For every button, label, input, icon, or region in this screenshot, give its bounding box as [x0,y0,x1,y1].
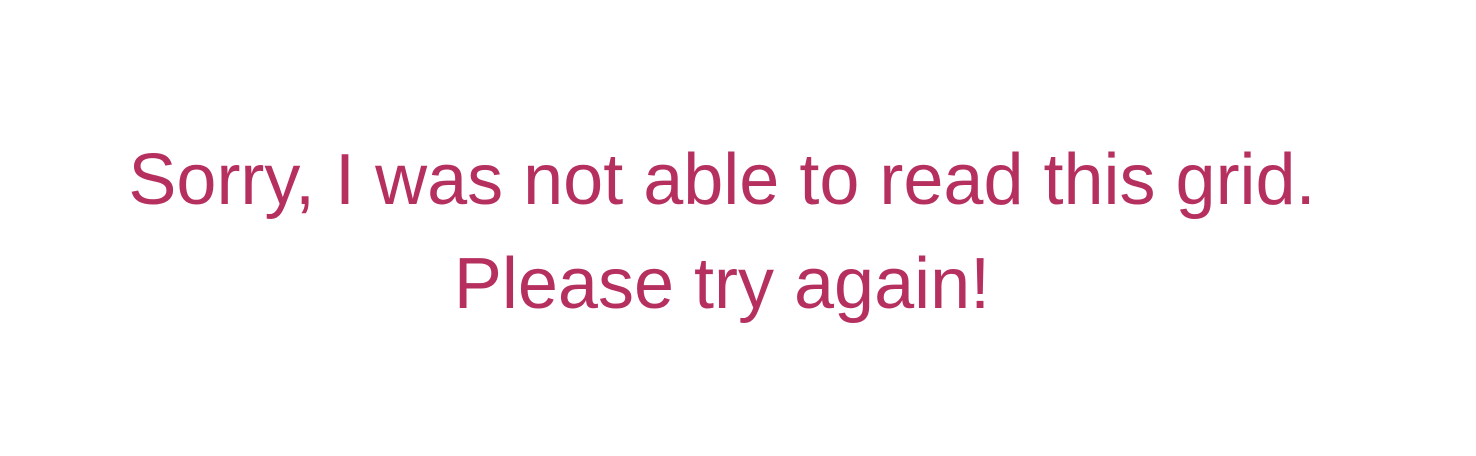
error-page: Sorry, I was not able to read this grid.… [0,0,1476,456]
error-message-line-1: Sorry, I was not able to read this grid. [128,140,1316,220]
error-message: Sorry, I was not able to read this grid.… [0,128,1444,336]
error-message-line-2: Please try again! [453,244,991,324]
